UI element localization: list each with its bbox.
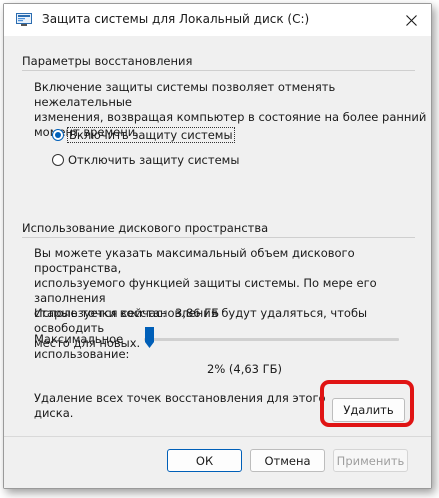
- restore-settings-title: Параметры восстановления: [22, 54, 193, 68]
- radio-disable-label: Отключить защиту системы: [68, 153, 240, 167]
- ok-button[interactable]: ОК: [167, 449, 242, 472]
- current-usage-value: 3,86 ГБ: [175, 306, 220, 320]
- disk-usage-title: Использование дискового пространства: [22, 221, 269, 235]
- system-protection-icon: [16, 13, 32, 26]
- window-title: Защита системы для Локальный диск (C:): [42, 12, 310, 26]
- title-bar[interactable]: Защита системы для Локальный диск (C:): [4, 4, 431, 36]
- dialog-content: Параметры восстановления Включение защит…: [4, 36, 431, 488]
- max-usage-slider-track[interactable]: [144, 338, 399, 341]
- close-button[interactable]: [391, 4, 431, 36]
- radio-disable-protection[interactable]: Отключить защиту системы: [52, 153, 239, 167]
- delete-restore-points-button[interactable]: Удалить: [332, 398, 405, 422]
- radio-disable-button[interactable]: [52, 154, 64, 166]
- slider-value-text: 2% (4,63 ГБ): [207, 362, 283, 376]
- cancel-button[interactable]: Отмена: [250, 449, 325, 472]
- restore-separator: [22, 70, 415, 71]
- apply-button: Применить: [333, 449, 408, 472]
- radio-enable-button[interactable]: [52, 129, 64, 141]
- radio-enable-label: Включить защиту системы: [67, 127, 235, 143]
- max-usage-label: Максимальное использование:: [34, 332, 130, 361]
- close-icon: [405, 14, 417, 26]
- disk-usage-separator: [22, 237, 415, 238]
- delete-description: Удаление всех точек восстановления для э…: [34, 391, 326, 420]
- max-usage-slider-thumb[interactable]: [144, 327, 154, 348]
- radio-enable-protection[interactable]: Включить защиту системы: [52, 127, 235, 143]
- system-protection-dialog: Защита системы для Локальный диск (C:) П…: [3, 3, 432, 489]
- footer-separator: [4, 436, 431, 437]
- current-usage-label: Используется сейчас:: [34, 306, 167, 320]
